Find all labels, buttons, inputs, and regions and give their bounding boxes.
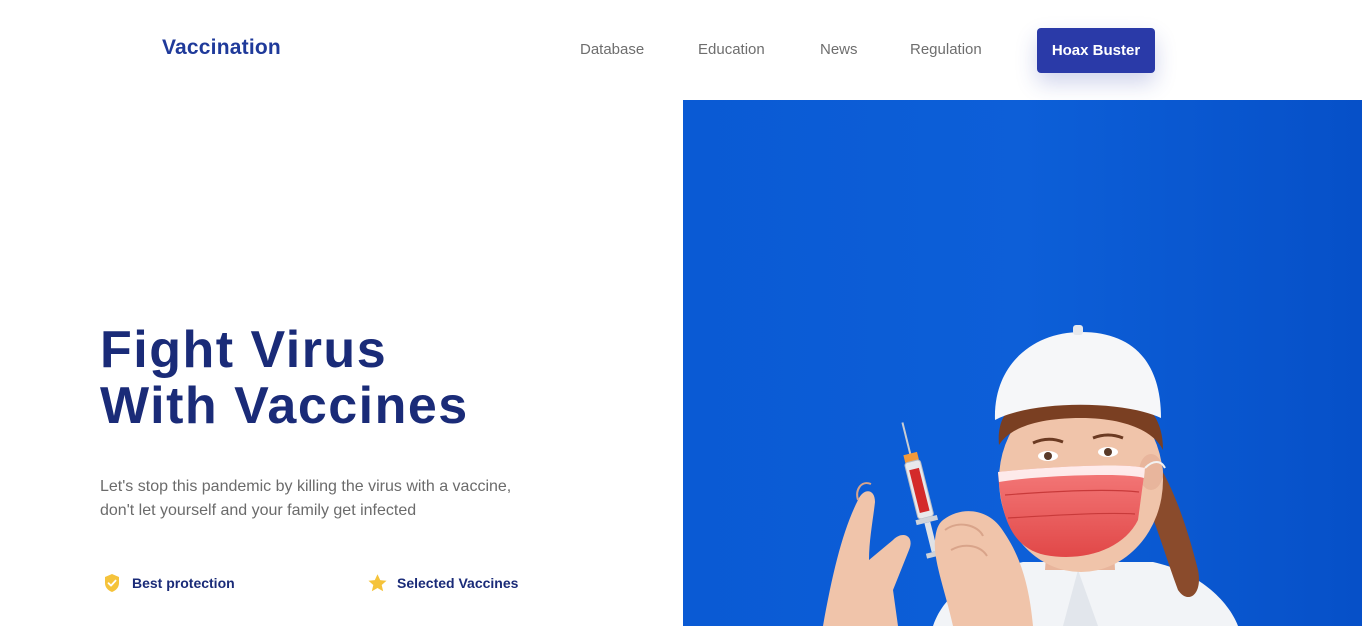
hoax-buster-button[interactable]: Hoax Buster [1037, 28, 1155, 73]
nav-link-news[interactable]: News [820, 41, 858, 58]
hero-title: Fight Virus With Vaccines [100, 322, 469, 434]
nav-link-database[interactable]: Database [580, 41, 644, 58]
feature-best-protection: Best protection [93, 572, 235, 620]
hero-title-line-1: Fight Virus [100, 321, 388, 379]
shield-check-icon [93, 572, 133, 620]
feature-selected-vaccines: Selected Vaccines [358, 572, 519, 620]
hero-description: Let's stop this pandemic by killing the … [100, 478, 512, 519]
feature-label: Best protection [132, 575, 235, 591]
feature-label: Selected Vaccines [397, 575, 519, 591]
hero-title-line-2: With Vaccines [100, 377, 469, 435]
hero-doctor-image [683, 100, 1362, 626]
star-icon [358, 572, 398, 620]
main-nav: Database Education News Regulation Hoax … [0, 28, 1362, 73]
nav-link-education[interactable]: Education [698, 41, 765, 58]
nav-link-regulation[interactable]: Regulation [910, 41, 982, 58]
landing-page: Vaccination Database Education News Regu… [0, 0, 1362, 626]
